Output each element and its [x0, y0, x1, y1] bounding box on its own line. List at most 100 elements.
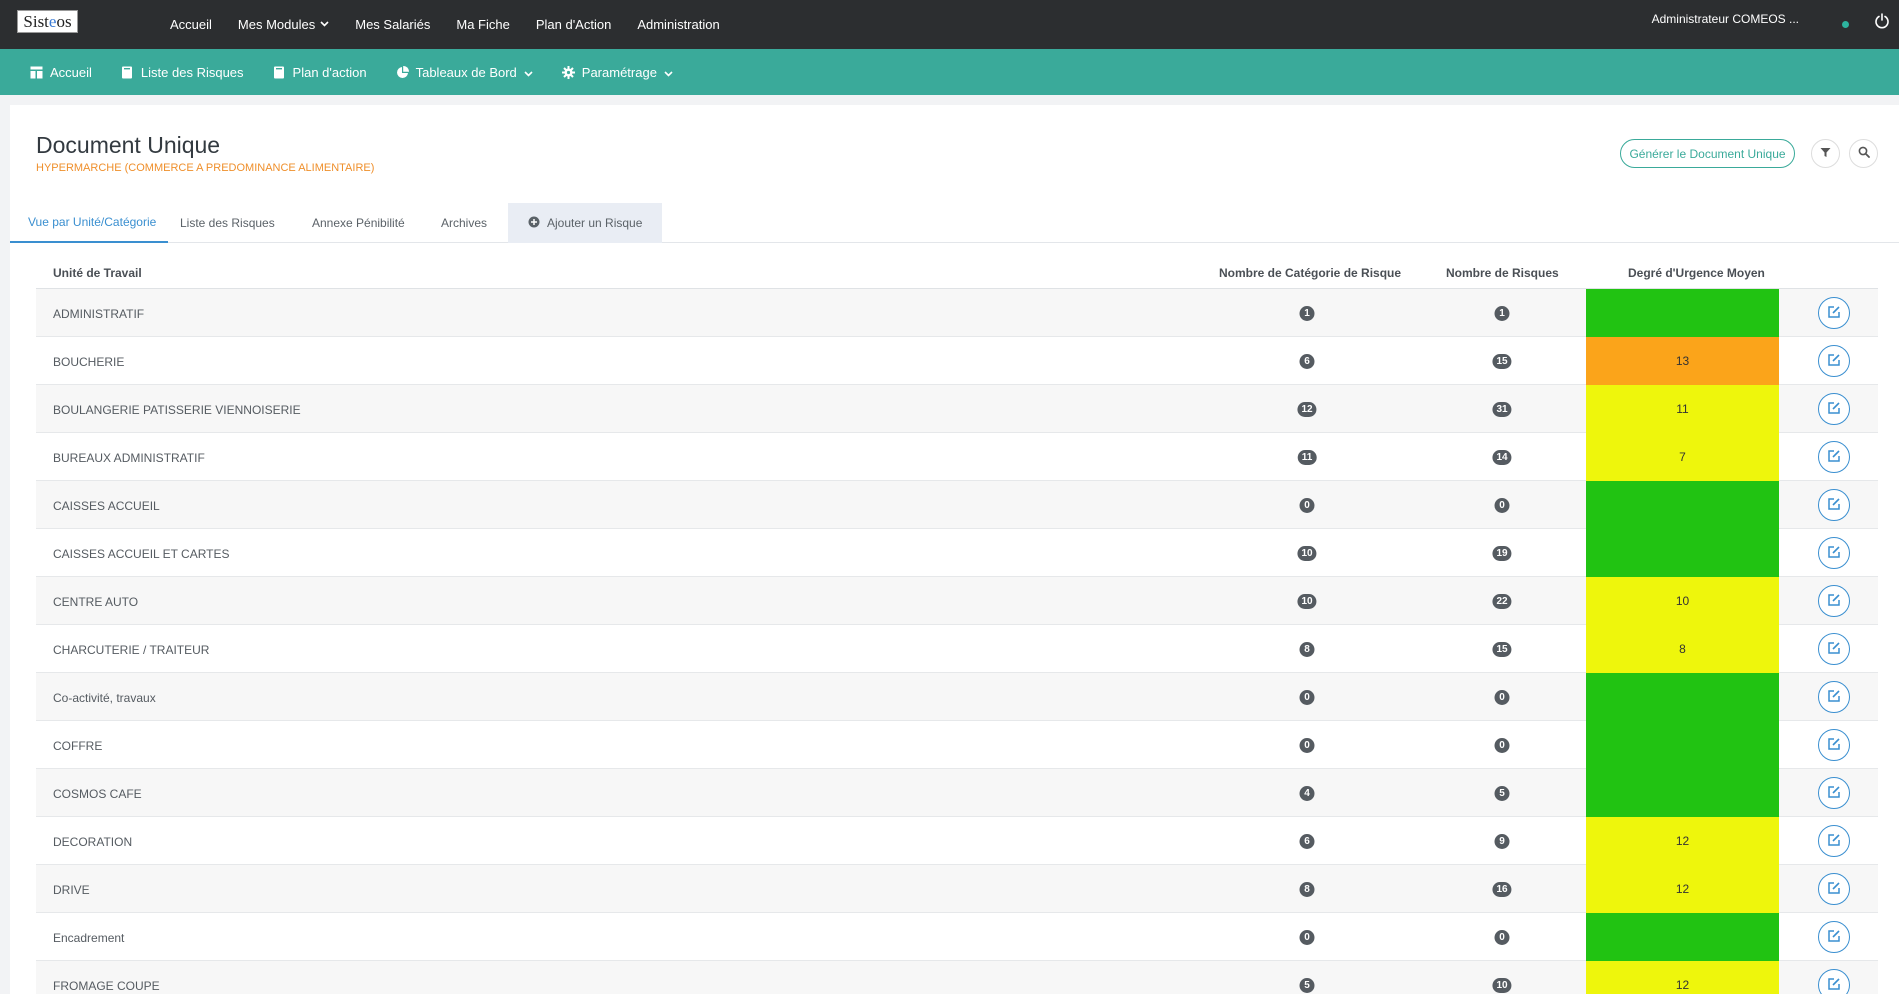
- unit-name: FROMAGE COUPE: [53, 979, 160, 993]
- edit-button[interactable]: [1818, 633, 1850, 665]
- topnav-item-accueil[interactable]: Accueil: [170, 17, 212, 32]
- risk-count-badge: 0: [1494, 930, 1510, 945]
- category-count-badge: 10: [1297, 546, 1317, 561]
- search-button[interactable]: [1849, 139, 1878, 168]
- edit-icon: [1827, 641, 1841, 658]
- filter-button[interactable]: [1811, 139, 1840, 168]
- edit-button[interactable]: [1818, 585, 1850, 617]
- edit-icon: [1827, 593, 1841, 610]
- page-subtitle: HYPERMARCHE (COMMERCE A PREDOMINANCE ALI…: [36, 162, 375, 174]
- risk-count-badge: 31: [1492, 402, 1512, 417]
- table-row: CAISSES ACCUEIL 0 0: [36, 481, 1878, 529]
- table-row: COSMOS CAFE 4 5: [36, 769, 1878, 817]
- risk-count-badge: 22: [1492, 594, 1512, 609]
- tab-annexe-p-nibilit-[interactable]: Annexe Pénibilité: [312, 203, 405, 243]
- unit-name: CHARCUTERIE / TRAITEUR: [53, 643, 210, 657]
- sisteos-logo[interactable]: Sist e os: [17, 10, 78, 33]
- edit-button[interactable]: [1818, 537, 1850, 569]
- tab-ajouter-un-risque[interactable]: Ajouter un Risque: [508, 203, 663, 243]
- risk-count-badge: 10: [1492, 978, 1512, 993]
- edit-button[interactable]: [1818, 681, 1850, 713]
- table-row: CENTRE AUTO 10 22 10: [36, 577, 1878, 625]
- topnav-item-plan-d-action[interactable]: Plan d'Action: [536, 17, 611, 32]
- power-icon[interactable]: [1874, 13, 1890, 29]
- risk-count-badge: 16: [1492, 882, 1512, 897]
- topnav-item-label: Ma Fiche: [456, 17, 510, 32]
- tab-label: Annexe Pénibilité: [312, 216, 405, 230]
- header-categories[interactable]: Nombre de Catégorie de Risque: [1219, 266, 1401, 280]
- edit-button[interactable]: [1818, 873, 1850, 905]
- tab-vue-par-unit-cat-gorie[interactable]: Vue par Unité/Catégorie: [10, 203, 168, 243]
- plus-circle-icon: [528, 216, 540, 231]
- toolbar-item-label: Liste des Risques: [140, 64, 244, 80]
- topnav-item-mes-modules[interactable]: Mes Modules: [238, 17, 329, 32]
- gear-icon: [561, 65, 575, 79]
- category-count-badge: 12: [1297, 402, 1317, 417]
- risk-count-badge: 14: [1492, 450, 1512, 465]
- risk-count-badge: 0: [1494, 738, 1510, 753]
- chevron-down-icon: [524, 65, 533, 80]
- toolbar-item-accueil[interactable]: Accueil: [30, 65, 92, 80]
- top-navbar: Sist e os Accueil Mes Modules Mes Salariés Ma…: [0, 0, 1899, 49]
- edit-button[interactable]: [1818, 393, 1850, 425]
- topnav-item-ma-fiche[interactable]: Ma Fiche: [456, 17, 509, 32]
- toolbar-item-param-trage[interactable]: Paramétrage: [561, 65, 673, 80]
- category-count-badge: 4: [1299, 786, 1315, 801]
- toolbar-item-plan-d-action[interactable]: Plan d'action: [273, 65, 367, 80]
- tab-label: Archives: [441, 216, 488, 230]
- urgency-cell: [1586, 769, 1779, 817]
- unit-name: BUREAUX ADMINISTRATIF: [53, 451, 205, 465]
- topnav-item-mes-salari-s[interactable]: Mes Salariés: [355, 17, 430, 32]
- edit-button[interactable]: [1818, 297, 1850, 329]
- urgency-cell: [1586, 673, 1779, 721]
- category-count-badge: 5: [1299, 978, 1315, 993]
- book-icon: [121, 66, 134, 79]
- main-card: Document Unique HYPERMARCHE (COMMERCE A …: [10, 105, 1899, 994]
- toolbar-item-liste-des-risques[interactable]: Liste des Risques: [121, 65, 244, 80]
- table-row: DECORATION 6 9 12: [36, 817, 1878, 865]
- main-menu: Accueil Mes Modules Mes Salariés Ma Fiche Pl…: [170, 0, 746, 49]
- user-menu[interactable]: Administrateur COMEOS ...: [1652, 12, 1799, 26]
- page-title: Document Unique: [36, 132, 221, 158]
- category-count-badge: 1: [1299, 306, 1315, 321]
- edit-icon: [1827, 833, 1841, 850]
- table-row: ADMINISTRATIF 1 1: [36, 289, 1878, 337]
- edit-button[interactable]: [1818, 441, 1850, 473]
- edit-button[interactable]: [1818, 489, 1850, 521]
- tab-liste-des-risques[interactable]: Liste des Risques: [180, 203, 275, 243]
- urgency-cell: 12: [1586, 865, 1779, 913]
- urgency-cell: 7: [1586, 433, 1779, 481]
- edit-button[interactable]: [1818, 777, 1850, 809]
- edit-button[interactable]: [1818, 969, 1850, 994]
- edit-button[interactable]: [1818, 921, 1850, 953]
- urgency-cell: [1586, 721, 1779, 769]
- tab-bar: Vue par Unité/Catégorie Liste des Risques…: [10, 203, 1899, 243]
- topnav-item-administration[interactable]: Administration: [637, 17, 719, 32]
- dashboard-icon: [30, 66, 43, 79]
- tab-archives[interactable]: Archives: [441, 203, 487, 243]
- topnav-item-label: Mes Modules: [237, 17, 316, 32]
- edit-icon: [1827, 497, 1841, 514]
- urgency-cell: 13: [1586, 337, 1779, 385]
- book-icon: [273, 66, 286, 79]
- table-row: Co-activité, travaux 0 0: [36, 673, 1878, 721]
- generate-document-button[interactable]: Générer le Document Unique: [1620, 139, 1795, 168]
- edit-icon: [1827, 449, 1841, 466]
- urgency-cell: 12: [1586, 961, 1779, 994]
- risk-count-badge: 15: [1492, 642, 1512, 657]
- risk-count-badge: 19: [1492, 546, 1512, 561]
- edit-icon: [1827, 545, 1841, 562]
- online-status-dot: [1842, 21, 1849, 28]
- toolbar-item-label: Accueil: [50, 64, 92, 80]
- header-risks[interactable]: Nombre de Risques: [1446, 266, 1559, 280]
- toolbar-item-tableaux-de-bord[interactable]: Tableaux de Bord: [396, 65, 533, 80]
- header-unit[interactable]: Unité de Travail: [53, 266, 142, 280]
- module-toolbar: Accueil Liste des Risques Plan d'action Tab…: [0, 49, 1899, 95]
- category-count-badge: 8: [1299, 642, 1315, 657]
- edit-button[interactable]: [1818, 729, 1850, 761]
- header-urgency[interactable]: Degré d'Urgence Moyen: [1628, 266, 1765, 280]
- edit-button[interactable]: [1818, 345, 1850, 377]
- unit-name: DECORATION: [53, 835, 133, 849]
- category-count-badge: 0: [1299, 930, 1315, 945]
- edit-button[interactable]: [1818, 825, 1850, 857]
